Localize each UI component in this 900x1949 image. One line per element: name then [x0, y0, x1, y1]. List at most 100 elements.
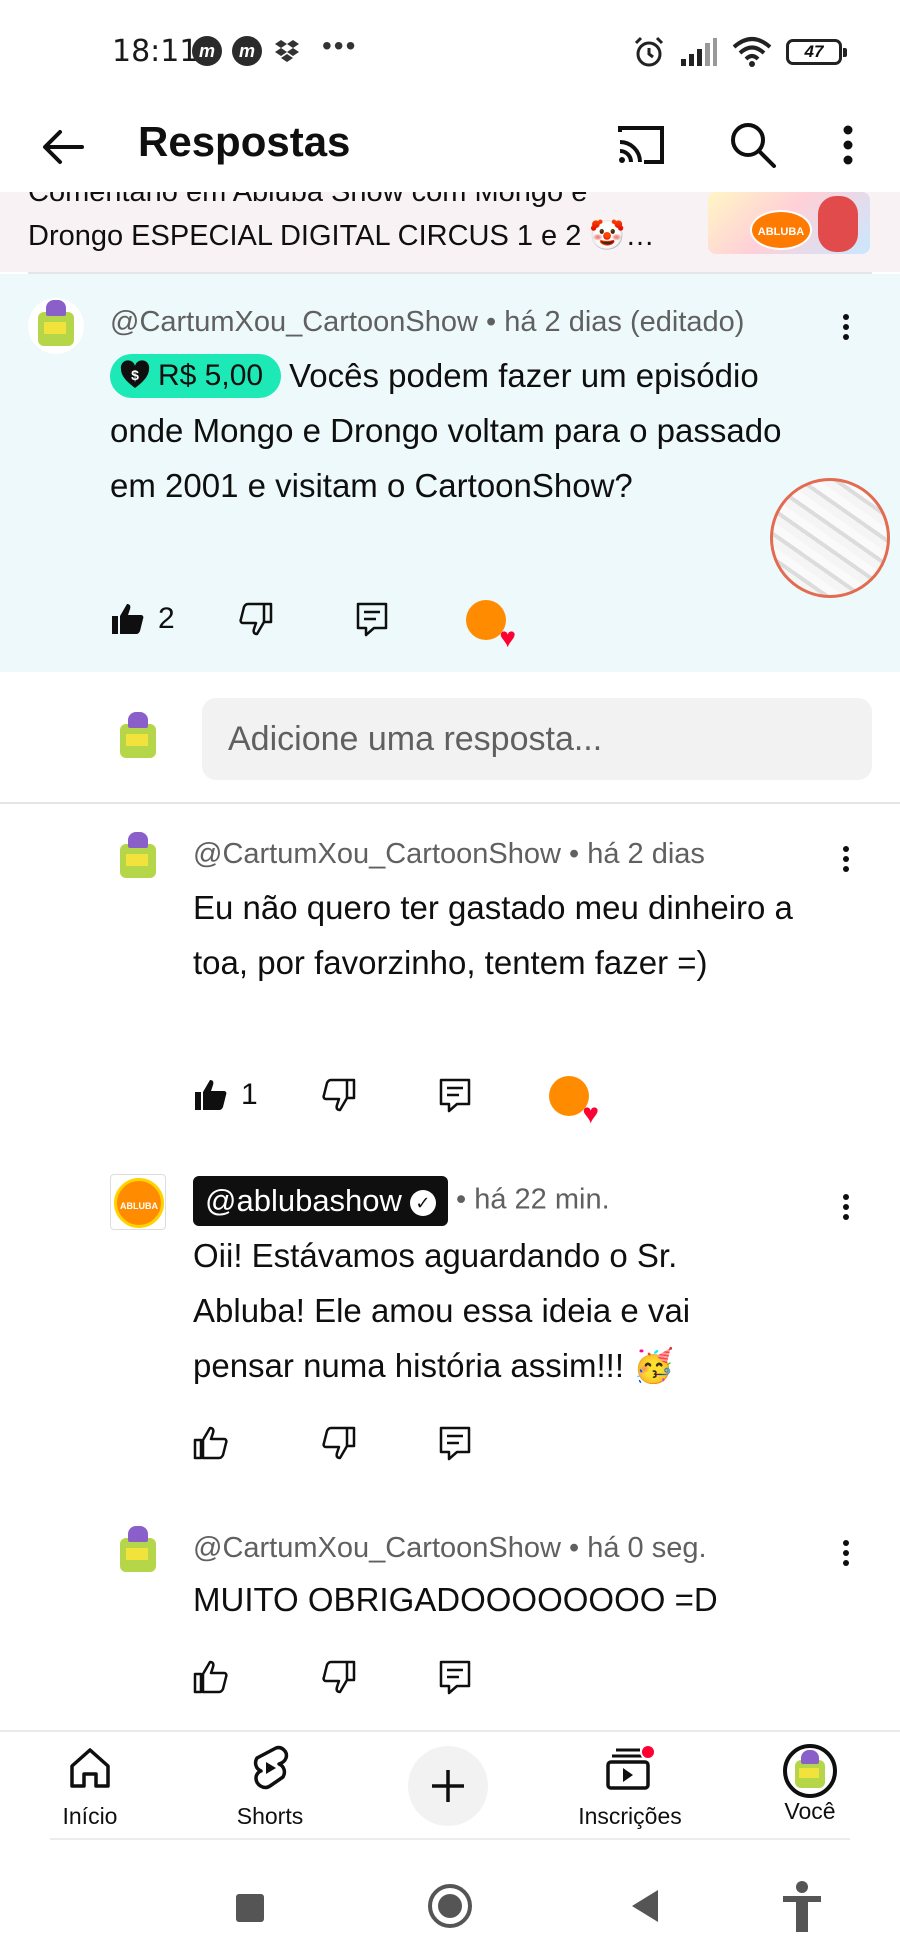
reply-icon — [439, 1078, 471, 1113]
dislike-button[interactable] — [321, 1418, 357, 1468]
reply-composer: Adicione uma resposta... — [0, 690, 900, 800]
thumbs-up-filled-icon — [112, 604, 144, 634]
more-options-icon[interactable] — [836, 118, 860, 172]
reply-meta: @CartumXou_CartoonShow • há 2 dias — [193, 838, 705, 871]
reply-time: há 22 min. — [474, 1183, 610, 1216]
dislike-button[interactable] — [321, 1070, 357, 1120]
accessibility-icon[interactable] — [780, 1880, 824, 1934]
thumbs-up-icon — [193, 1426, 228, 1460]
shorts-icon — [253, 1745, 289, 1790]
meta-separator: • — [486, 306, 497, 338]
comment-time: há 2 dias (editado) — [504, 306, 745, 338]
reply-button[interactable] — [354, 594, 390, 644]
avatar[interactable] — [110, 1524, 166, 1580]
thumbnail-logo: ABLUBA SHOW — [750, 210, 812, 250]
reply-input[interactable]: Adicione uma resposta... — [202, 698, 872, 780]
app-bar: Respostas — [0, 100, 900, 192]
comment-meta: @CartumXou_CartoonShow • há 2 dias (edit… — [110, 306, 744, 339]
reply-button[interactable] — [437, 1418, 473, 1468]
thumbs-down-icon — [322, 1426, 356, 1460]
reply-icon — [439, 1660, 471, 1695]
like-button[interactable] — [193, 1652, 229, 1702]
like-count: 2 — [158, 602, 175, 635]
meta-separator: • — [569, 1532, 580, 1564]
reply-text: MUITO OBRIGADOOOOOOOO =D — [193, 1581, 718, 1618]
reply-more-icon[interactable] — [834, 842, 858, 882]
back-arrow-icon[interactable] — [38, 122, 88, 172]
reply-author[interactable]: @CartumXou_CartoonShow — [193, 1532, 561, 1564]
avatar — [110, 710, 166, 766]
reply-author[interactable]: @CartumXou_CartoonShow — [193, 838, 561, 870]
status-bar: 18:11 m m ••• 47 — [0, 0, 900, 100]
nav-subscriptions[interactable]: Inscrições — [560, 1744, 700, 1830]
super-thanks-amount: R$ 5,00 — [158, 359, 264, 392]
like-button[interactable] — [193, 1418, 229, 1468]
reply-more-icon[interactable] — [834, 1190, 858, 1230]
video-title: Comentário em Abluba Show com Mongo e Dr… — [28, 192, 655, 252]
battery-icon: 47 — [786, 39, 847, 65]
comment-more-icon[interactable] — [834, 310, 858, 350]
super-thanks-icon: $ — [120, 360, 150, 388]
wifi-icon — [732, 37, 772, 67]
like-button[interactable]: 1 — [193, 1070, 258, 1120]
super-thanks-badge: $ R$ 5,00 — [110, 354, 282, 398]
creator-badge[interactable]: @ablubashow ✓ — [193, 1176, 448, 1226]
meta-separator: • — [569, 838, 580, 870]
floating-sticker[interactable] — [770, 478, 890, 598]
thumbs-down-icon — [239, 602, 273, 636]
system-back-icon[interactable] — [632, 1890, 658, 1922]
dislike-button[interactable] — [321, 1652, 357, 1702]
channel-logo: ABLUBA SHOW — [114, 1178, 164, 1228]
page-title: Respostas — [138, 118, 351, 165]
notification-app-icon: m — [232, 36, 262, 66]
nav-home[interactable]: Início — [20, 1744, 160, 1830]
nav-you[interactable]: Você — [740, 1744, 880, 1825]
video-context[interactable]: Comentário em Abluba Show com Mongo e Dr… — [0, 192, 900, 272]
system-nav-bar — [0, 1840, 900, 1949]
home-icon — [70, 1748, 110, 1788]
reply-icon — [439, 1426, 471, 1461]
reply-text: Oii! Estávamos aguardando o Sr. Abluba! … — [193, 1237, 691, 1384]
cast-icon[interactable] — [614, 118, 668, 172]
reply-more-icon[interactable] — [834, 1536, 858, 1576]
nav-label: Shorts — [236, 1803, 304, 1829]
thumbnail-character — [818, 196, 858, 252]
dislike-button[interactable] — [238, 594, 274, 644]
bottom-nav: Início Shorts Inscrições Você — [0, 1730, 900, 1838]
reply-button[interactable] — [437, 1070, 473, 1120]
reply-meta: @ablubashow ✓ • há 22 min. — [193, 1176, 610, 1226]
divider — [0, 802, 900, 804]
home-button-icon[interactable] — [428, 1884, 472, 1928]
dropbox-icon — [275, 40, 299, 62]
reply-meta: @CartumXou_CartoonShow • há 0 seg. — [193, 1532, 707, 1565]
verified-check-icon: ✓ — [409, 1190, 436, 1216]
svg-text:$: $ — [131, 367, 139, 383]
thumbs-up-icon — [193, 1660, 228, 1694]
video-thumbnail[interactable]: ABLUBA SHOW — [708, 192, 870, 254]
reply-button[interactable] — [437, 1652, 473, 1702]
notification-app-icon: m — [192, 36, 222, 66]
nav-label: Você — [784, 1798, 836, 1824]
plus-icon — [432, 1770, 464, 1802]
avatar[interactable] — [110, 830, 166, 886]
search-icon[interactable] — [726, 118, 780, 172]
avatar[interactable] — [28, 298, 84, 354]
nav-shorts[interactable]: Shorts — [200, 1744, 340, 1830]
comment-author[interactable]: @CartumXou_CartoonShow — [110, 306, 478, 338]
recents-icon[interactable] — [236, 1894, 264, 1922]
like-button[interactable]: 2 — [110, 594, 175, 644]
reply-actions — [193, 1418, 593, 1468]
reply-icon — [356, 602, 388, 637]
nav-label: Início — [62, 1803, 118, 1829]
meta-separator: • — [456, 1183, 467, 1216]
avatar[interactable]: ABLUBA SHOW — [110, 1174, 166, 1230]
creator-heart-icon — [549, 1076, 599, 1130]
profile-avatar — [783, 1744, 837, 1798]
more-notifications-icon: ••• — [322, 30, 358, 61]
creator-heart-icon — [466, 600, 516, 654]
create-button[interactable] — [408, 1746, 488, 1826]
reply-actions: 1 — [193, 1070, 693, 1130]
status-time: 18:11 — [112, 34, 199, 69]
subscriptions-icon — [606, 1744, 656, 1790]
thumbs-down-icon — [322, 1078, 356, 1112]
